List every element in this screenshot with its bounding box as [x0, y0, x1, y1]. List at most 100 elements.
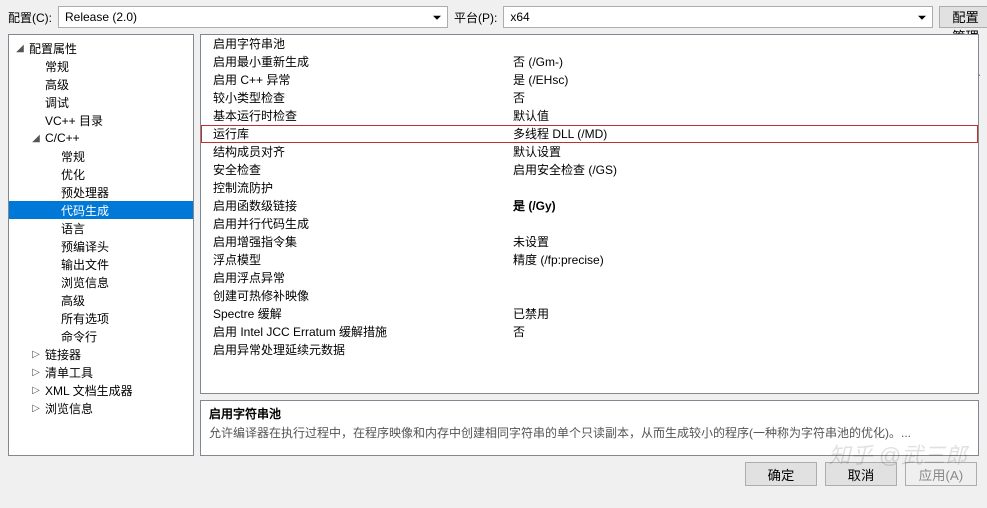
property-row[interactable]: 结构成员对齐默认设置 — [201, 143, 978, 161]
tree-item[interactable]: ▷浏览信息 — [9, 399, 193, 417]
chevron-down-icon: ◢ — [13, 43, 27, 54]
property-value[interactable]: 多线程 DLL (/MD) — [513, 125, 978, 143]
property-value[interactable]: 启用安全检查 (/GS) — [513, 161, 978, 179]
tree-item[interactable]: ▷XML 文档生成器 — [9, 381, 193, 399]
property-row[interactable]: 控制流防护 — [201, 179, 978, 197]
property-label: 启用异常处理延续元数据 — [213, 341, 513, 359]
tree-item-label: 浏览信息 — [61, 274, 109, 291]
tree-item[interactable]: 预编译头 — [9, 237, 193, 255]
tree-item-label: VC++ 目录 — [45, 112, 103, 129]
property-value[interactable] — [513, 287, 978, 305]
chevron-right-icon: ▷ — [29, 385, 43, 396]
config-label: 配置(C): — [8, 9, 52, 26]
tree-item[interactable]: 调试 — [9, 93, 193, 111]
apply-button[interactable]: 应用(A) — [905, 462, 977, 486]
property-row[interactable]: 启用异常处理延续元数据 — [201, 341, 978, 359]
property-row[interactable]: 启用 Intel JCC Erratum 缓解措施否 — [201, 323, 978, 341]
property-grid[interactable]: 启用字符串池启用最小重新生成否 (/Gm-)启用 C++ 异常是 (/EHsc)… — [200, 34, 979, 394]
property-row[interactable]: 安全检查启用安全检查 (/GS) — [201, 161, 978, 179]
property-row[interactable]: 启用 C++ 异常是 (/EHsc) — [201, 71, 978, 89]
property-row[interactable]: 启用增强指令集未设置 — [201, 233, 978, 251]
tree-item[interactable]: VC++ 目录 — [9, 111, 193, 129]
chevron-down-icon: ◢ — [29, 133, 43, 144]
tree-item[interactable]: 常规 — [9, 57, 193, 75]
tree-item-label: 高级 — [45, 76, 69, 93]
property-label: 运行库 — [213, 125, 513, 143]
dialog-buttons: 确定 取消 应用(A) — [0, 456, 987, 492]
property-value[interactable]: 已禁用 — [513, 305, 978, 323]
tree-item[interactable]: ▷清单工具 — [9, 363, 193, 381]
property-row[interactable]: 启用浮点异常 — [201, 269, 978, 287]
tree-item-label: C/C++ — [45, 131, 80, 145]
property-value[interactable] — [513, 341, 978, 359]
property-label: 启用 Intel JCC Erratum 缓解措施 — [213, 323, 513, 341]
property-label: 结构成员对齐 — [213, 143, 513, 161]
property-label: 启用字符串池 — [213, 35, 513, 53]
tree-item-label: 调试 — [45, 94, 69, 111]
property-row[interactable]: 较小类型检查否 — [201, 89, 978, 107]
property-row[interactable]: 启用函数级链接是 (/Gy) — [201, 197, 978, 215]
property-value[interactable]: 否 — [513, 89, 978, 107]
property-label: 安全检查 — [213, 161, 513, 179]
platform-dropdown[interactable]: x64 — [503, 6, 933, 28]
tree-panel[interactable]: ◢ 配置属性 常规高级调试VC++ 目录◢C/C++常规优化预处理器代码生成语言… — [8, 34, 194, 456]
tree-item-label: 代码生成 — [61, 202, 109, 219]
tree-item-label: XML 文档生成器 — [45, 382, 133, 399]
tree-item-label: 语言 — [61, 220, 85, 237]
property-value[interactable]: 精度 (/fp:precise) — [513, 251, 978, 269]
property-value[interactable] — [513, 35, 978, 53]
tree-item[interactable]: 浏览信息 — [9, 273, 193, 291]
property-row[interactable]: 运行库多线程 DLL (/MD) — [201, 125, 978, 143]
tree-root[interactable]: ◢ 配置属性 — [9, 39, 193, 57]
tree-item[interactable]: 语言 — [9, 219, 193, 237]
top-bar: 配置(C): Release (2.0) 平台(P): x64 配置管理器(O)… — [0, 0, 987, 34]
property-value[interactable]: 否 (/Gm-) — [513, 53, 978, 71]
property-value[interactable]: 是 (/Gy) — [513, 197, 978, 215]
property-row[interactable]: 启用字符串池 — [201, 35, 978, 53]
tree-item[interactable]: 优化 — [9, 165, 193, 183]
property-label: 创建可热修补映像 — [213, 287, 513, 305]
tree-item[interactable]: ▷链接器 — [9, 345, 193, 363]
config-dropdown[interactable]: Release (2.0) — [58, 6, 448, 28]
chevron-right-icon: ▷ — [29, 349, 43, 360]
tree-item[interactable]: 命令行 — [9, 327, 193, 345]
config-value: Release (2.0) — [65, 10, 137, 24]
tree-item[interactable]: 预处理器 — [9, 183, 193, 201]
tree-item-label: 预编译头 — [61, 238, 109, 255]
tree-item[interactable]: 输出文件 — [9, 255, 193, 273]
tree-item[interactable]: ◢C/C++ — [9, 129, 193, 147]
property-row[interactable]: 基本运行时检查默认值 — [201, 107, 978, 125]
property-row[interactable]: 启用最小重新生成否 (/Gm-) — [201, 53, 978, 71]
chevron-right-icon: ▷ — [29, 403, 43, 414]
property-label: 启用函数级链接 — [213, 197, 513, 215]
config-manager-button[interactable]: 配置管理器(O)... — [939, 6, 987, 28]
property-row[interactable]: 创建可热修补映像 — [201, 287, 978, 305]
property-label: 启用最小重新生成 — [213, 53, 513, 71]
property-row[interactable]: 浮点模型精度 (/fp:precise) — [201, 251, 978, 269]
tree-item[interactable]: 高级 — [9, 291, 193, 309]
platform-label: 平台(P): — [454, 9, 497, 26]
property-value[interactable] — [513, 179, 978, 197]
property-value[interactable]: 否 — [513, 323, 978, 341]
property-value[interactable]: 默认设置 — [513, 143, 978, 161]
tree-item[interactable]: 常规 — [9, 147, 193, 165]
cancel-button[interactable]: 取消 — [825, 462, 897, 486]
property-value[interactable]: 未设置 — [513, 233, 978, 251]
ok-button[interactable]: 确定 — [745, 462, 817, 486]
property-value[interactable] — [513, 215, 978, 233]
tree-item[interactable]: 高级 — [9, 75, 193, 93]
property-label: 启用浮点异常 — [213, 269, 513, 287]
platform-value: x64 — [510, 10, 529, 24]
tree-item[interactable]: 所有选项 — [9, 309, 193, 327]
tree-item-label: 链接器 — [45, 346, 81, 363]
property-row[interactable]: 启用并行代码生成 — [201, 215, 978, 233]
tree-item-label: 常规 — [61, 148, 85, 165]
description-text: 允许编译器在执行过程中，在程序映像和内存中创建相同字符串的单个只读副本，从而生成… — [209, 424, 970, 441]
property-value[interactable]: 默认值 — [513, 107, 978, 125]
tree-item[interactable]: 代码生成 — [9, 201, 193, 219]
description-title: 启用字符串池 — [209, 405, 970, 422]
property-value[interactable]: 是 (/EHsc) — [513, 71, 978, 89]
property-value[interactable] — [513, 269, 978, 287]
chevron-right-icon: ▷ — [29, 367, 43, 378]
property-row[interactable]: Spectre 缓解已禁用 — [201, 305, 978, 323]
